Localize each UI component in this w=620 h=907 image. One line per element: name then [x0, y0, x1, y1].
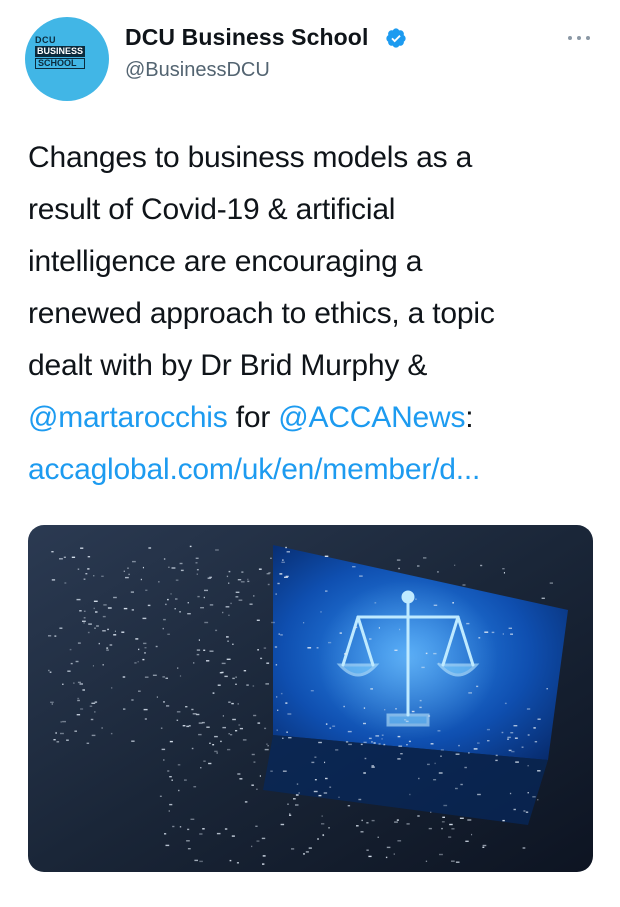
author-handle[interactable]: @BusinessDCU	[125, 59, 270, 82]
mention-link[interactable]: @ACCANews	[278, 401, 465, 434]
tweet-line: result of Covid-19 & artificial	[28, 193, 396, 226]
tweet-line: dealt with by Dr Brid Murphy &	[28, 349, 428, 382]
tweet-line: Changes to business models as a	[28, 141, 473, 174]
tweet-line: intelligence are encouraging a	[28, 245, 423, 278]
colon-text: :	[465, 401, 474, 434]
mid-text: for	[227, 401, 279, 434]
verified-badge-icon	[386, 28, 406, 48]
dcu-logo: DCU BUSINESS SCHOOL	[35, 35, 86, 69]
more-dots-icon[interactable]	[566, 28, 592, 48]
tweet-line: renewed approach to ethics, a topic	[28, 297, 495, 330]
tweet-line: accaglobal.com/uk/en/member/d...	[28, 444, 598, 496]
tweet-line: @martarocchis for @ACCANews:	[28, 392, 598, 444]
tweet-media-image[interactable]	[28, 525, 593, 872]
mention-link[interactable]: @martarocchis	[28, 401, 228, 434]
ai-ethics-illustration	[28, 525, 593, 872]
tweet-text: Changes to business models as a result o…	[28, 132, 598, 496]
article-url-link[interactable]: accaglobal.com/uk/en/member/d...	[28, 453, 480, 486]
avatar[interactable]: DCU BUSINESS SCHOOL	[25, 17, 109, 101]
author-display-name[interactable]: DCU Business School	[125, 24, 368, 51]
